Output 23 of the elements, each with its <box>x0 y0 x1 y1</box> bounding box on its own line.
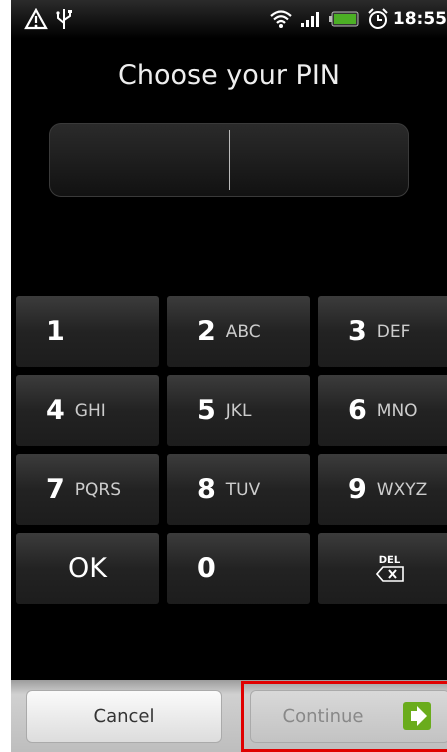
keypad-key[interactable]: 5 JKL <box>167 375 310 446</box>
keypad-key[interactable]: 7 PQRS <box>16 454 159 525</box>
keypad-key[interactable]: 3 DEF <box>318 296 447 367</box>
clock-time: 18:55 <box>392 9 447 29</box>
signal-icon <box>300 11 321 27</box>
keypad-key[interactable]: 0 <box>167 533 310 604</box>
keypad-key[interactable]: 1 <box>16 296 159 367</box>
keypad-key[interactable]: 9 WXYZ <box>318 454 447 525</box>
battery-icon <box>328 11 359 27</box>
warning-icon <box>24 8 48 30</box>
keypad-key[interactable]: 8 TUV <box>167 454 310 525</box>
pin-field[interactable] <box>49 123 409 197</box>
keypad-key[interactable]: 2 ABC <box>167 296 310 367</box>
wifi-icon <box>268 9 293 29</box>
screen-title: Choose your PIN <box>118 60 340 91</box>
usb-icon <box>56 7 72 31</box>
delete-key[interactable]: DEL <box>318 533 447 604</box>
cancel-button[interactable]: Cancel <box>26 690 222 742</box>
alarm-clock-icon <box>366 8 389 30</box>
backspace-icon <box>376 566 404 582</box>
ok-key[interactable]: OK <box>16 533 159 604</box>
keypad-key[interactable]: 6 MNO <box>318 375 447 446</box>
keypad-key[interactable]: 4 GHI <box>16 375 159 446</box>
